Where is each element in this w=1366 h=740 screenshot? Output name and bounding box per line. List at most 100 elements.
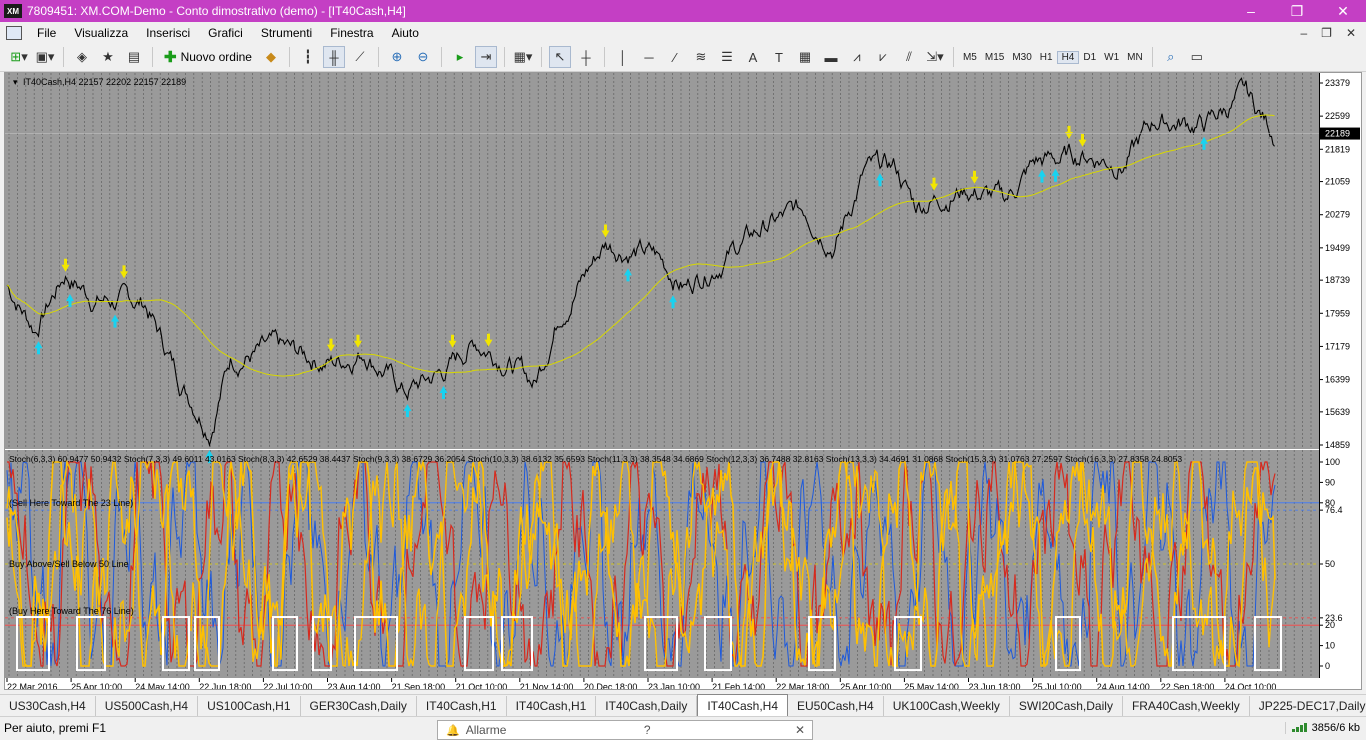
chart-tab[interactable]: SWI20Cash,Daily: [1010, 696, 1123, 716]
chart-tab[interactable]: IT40Cash,Daily: [596, 696, 698, 716]
chart-tab[interactable]: IT40Cash,H4: [697, 694, 789, 716]
channel-icon[interactable]: ≋: [690, 46, 712, 68]
price-tick-label: 17959: [1325, 308, 1350, 318]
chart-tab[interactable]: FRA40Cash,Weekly: [1123, 696, 1250, 716]
fibonacci-icon[interactable]: ☰: [716, 46, 738, 68]
alarm-close-button[interactable]: ✕: [788, 723, 812, 737]
price-chart[interactable]: 23379 22599 21819 21059 20279 19499 18739 17959…: [5, 73, 1361, 689]
chart-tab[interactable]: IT40Cash,H1: [417, 696, 507, 716]
date-tick-label: 22 Mar 18:00: [776, 682, 829, 689]
date-tick-label: 24 Oct 10:00: [1225, 682, 1277, 689]
menu-visualizza[interactable]: Visualizza: [65, 26, 137, 40]
date-tick-label: 22 Mar 2016: [7, 682, 58, 689]
navigator-icon[interactable]: ★: [97, 46, 119, 68]
menu-grafici[interactable]: Grafici: [199, 26, 252, 40]
chart-tab[interactable]: JP225-DEC17,Daily: [1250, 696, 1366, 716]
child-close-button[interactable]: ✕: [1346, 26, 1356, 40]
cursor-icon[interactable]: ↖: [548, 46, 571, 68]
timeframe-w1[interactable]: W1: [1100, 52, 1123, 63]
terminal-icon[interactable]: ▤: [123, 46, 145, 68]
indicators-icon[interactable]: ▦▾: [512, 46, 534, 68]
candlestick-icon[interactable]: ╫: [322, 46, 345, 68]
elliott-icon[interactable]: ⫽: [898, 46, 920, 68]
chart-tab[interactable]: US500Cash,H4: [96, 696, 199, 716]
price-tick-label: 18739: [1325, 275, 1350, 285]
profiles-icon[interactable]: ▣▾: [34, 46, 56, 68]
chart-tab[interactable]: EU50Cash,H4: [788, 696, 884, 716]
price-tick-label: 22599: [1325, 111, 1350, 121]
chart-tab[interactable]: US100Cash,H1: [198, 696, 301, 716]
gann-icon[interactable]: ⩗: [872, 46, 894, 68]
date-tick-label: 23 Aug 14:00: [328, 682, 381, 689]
chart-shift-icon[interactable]: ⇥: [474, 46, 497, 68]
date-tick-label: 24 May 14:00: [135, 682, 190, 689]
chart-tab[interactable]: GER30Cash,Daily: [301, 696, 417, 716]
grid-icon[interactable]: ▦: [794, 46, 816, 68]
autoscroll-icon[interactable]: ▸: [449, 46, 471, 68]
date-tick-label: 25 Apr 10:00: [71, 682, 122, 689]
rectangle-icon[interactable]: ▬: [820, 46, 842, 68]
new-chart-icon[interactable]: ⊞ ▾: [8, 46, 30, 68]
trendline-icon[interactable]: ⁄: [664, 46, 686, 68]
chart-tab[interactable]: US30Cash,H4: [0, 696, 96, 716]
autotrading-icon[interactable]: ◆: [260, 46, 282, 68]
date-tick-label: 20 Dec 18:00: [584, 682, 638, 689]
timeframe-h1[interactable]: H1: [1036, 52, 1057, 63]
chart-window[interactable]: 23379 22599 21819 21059 20279 19499 18739 17959…: [4, 72, 1362, 690]
traffic-value: 3856/6 kb: [1311, 721, 1360, 734]
horizontal-line-icon[interactable]: ─: [638, 46, 660, 68]
timeframe-m15[interactable]: M15: [981, 52, 1008, 63]
date-tick-label: 21 Oct 10:00: [456, 682, 508, 689]
date-tick-label: 24 Aug 14:00: [1097, 682, 1150, 689]
market-watch-icon[interactable]: ◈: [71, 46, 93, 68]
community-icon[interactable]: ▭: [1186, 46, 1208, 68]
chart-tab[interactable]: UK100Cash,Weekly: [884, 696, 1010, 716]
price-tick-label: 23379: [1325, 78, 1350, 88]
arrows-icon[interactable]: ⇲▾: [924, 46, 946, 68]
vertical-line-icon[interactable]: │: [612, 46, 634, 68]
menu-finestra[interactable]: Finestra: [321, 26, 382, 40]
toolbar: ⊞ ▾ ▣▾ ◈ ★ ▤ ✚ Nuovo ordine ◆ ┇ ╫ ⟋ ⊕ ⊖ ▸ …: [0, 43, 1366, 72]
maximize-button[interactable]: ❐: [1274, 0, 1320, 22]
crosshair-icon[interactable]: ┼: [575, 46, 597, 68]
text-icon[interactable]: A: [742, 46, 764, 68]
date-tick-label: 21 Nov 14:00: [520, 682, 574, 689]
alarm-popup[interactable]: 🔔 Allarme ? ✕: [437, 720, 813, 740]
label-icon[interactable]: T: [768, 46, 790, 68]
new-order-button[interactable]: ✚ Nuovo ordine: [160, 46, 256, 68]
timeframe-m5[interactable]: M5: [959, 52, 981, 63]
menu-inserisci[interactable]: Inserisci: [137, 26, 199, 40]
child-restore-button[interactable]: ❐: [1321, 26, 1332, 40]
bell-icon: 🔔: [446, 724, 460, 737]
child-minimize-button[interactable]: –: [1300, 26, 1307, 40]
stoch-label-50: Buy Above/Sell Below 50 Line: [9, 559, 129, 569]
timeframe-h4[interactable]: H4: [1056, 50, 1080, 64]
stoch-label-sell: (Sell Here Toward The 23 Line): [9, 498, 133, 508]
price-tick-label: 15639: [1325, 407, 1350, 417]
chart-tab[interactable]: IT40Cash,H1: [507, 696, 597, 716]
price-tick-label: 16399: [1325, 375, 1350, 385]
line-chart-icon[interactable]: ⟋: [349, 46, 371, 68]
price-tick-label: 20279: [1325, 210, 1350, 220]
price-tick-label: 19499: [1325, 243, 1350, 253]
close-button[interactable]: ✕: [1320, 0, 1366, 22]
bar-chart-icon[interactable]: ┇: [297, 46, 319, 68]
stoch-tick-label: 10: [1325, 641, 1335, 651]
fibo-fan-icon[interactable]: ⩘: [846, 46, 868, 68]
minimize-button[interactable]: –: [1228, 0, 1274, 22]
alarm-help-button[interactable]: ?: [635, 723, 659, 737]
stoch-tick-label: 90: [1325, 477, 1335, 487]
zoom-out-icon[interactable]: ⊖: [412, 46, 434, 68]
menu-aiuto[interactable]: Aiuto: [383, 26, 428, 40]
timeframe-m30[interactable]: M30: [1008, 52, 1035, 63]
timeframe-mn[interactable]: MN: [1123, 52, 1147, 63]
timeframe-d1[interactable]: D1: [1079, 52, 1100, 63]
chart-window-icon[interactable]: [6, 25, 22, 40]
price-tick-label: 21819: [1325, 144, 1350, 154]
menu-file[interactable]: File: [28, 26, 65, 40]
search-icon[interactable]: ⌕: [1160, 46, 1182, 68]
new-order-label: Nuovo ordine: [180, 50, 252, 64]
new-order-icon: ✚: [164, 49, 177, 66]
zoom-in-icon[interactable]: ⊕: [386, 46, 408, 68]
menu-strumenti[interactable]: Strumenti: [252, 26, 321, 40]
